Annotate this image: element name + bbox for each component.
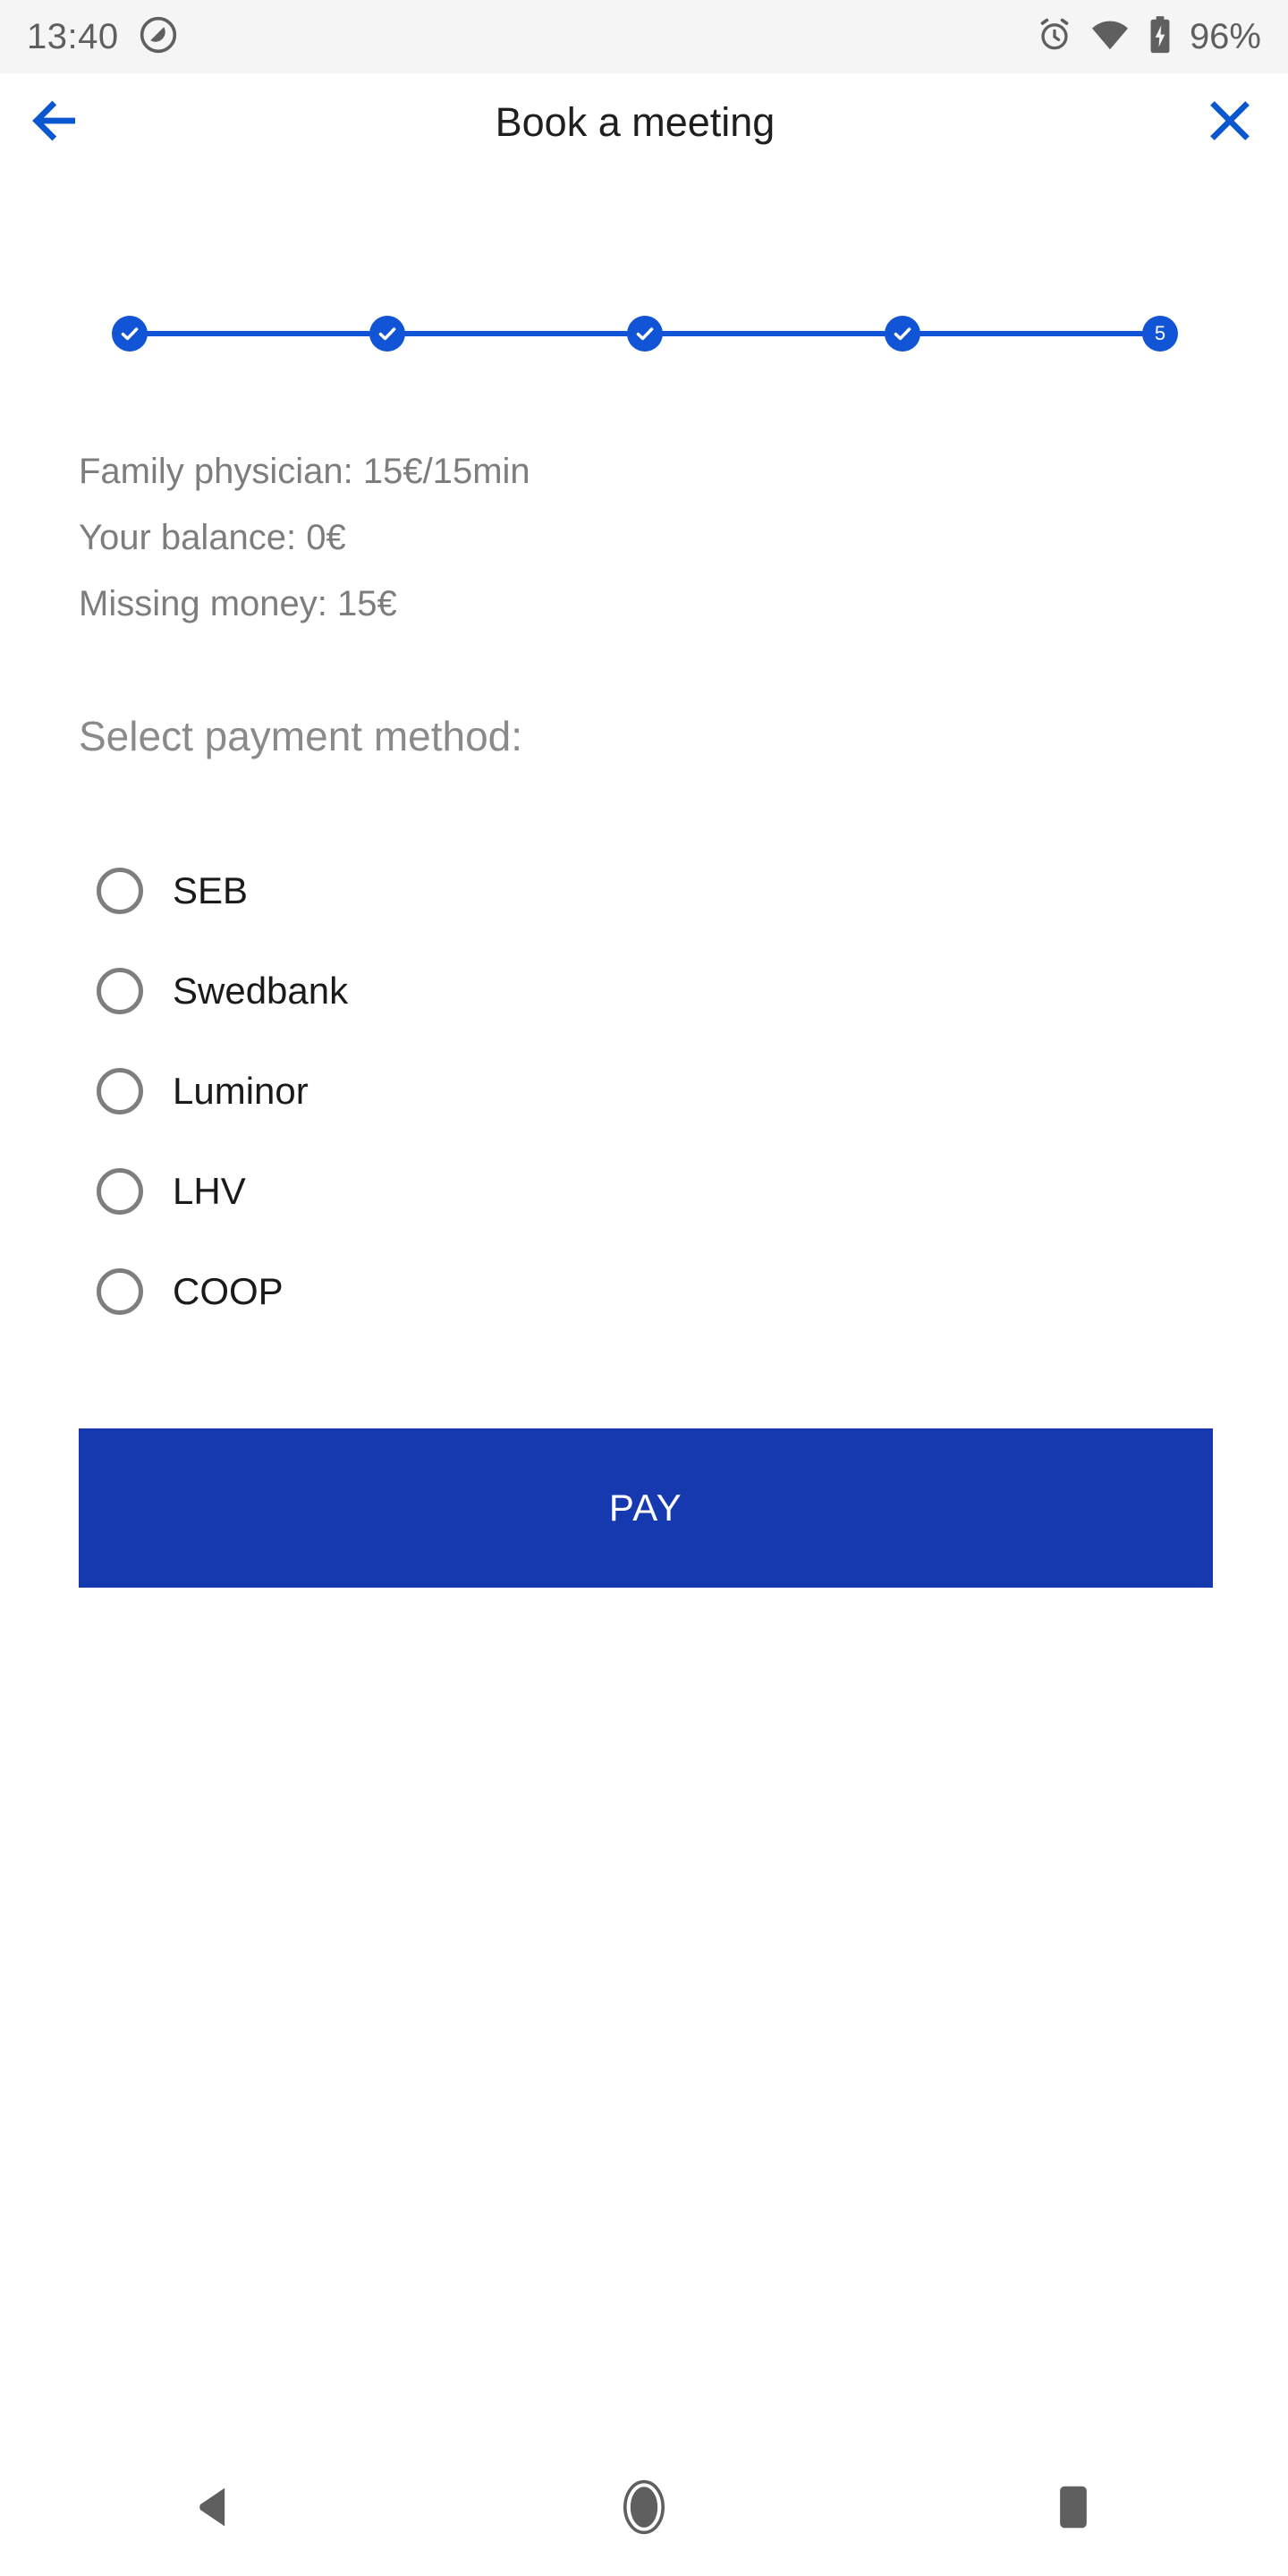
- arrow-left-icon: [26, 93, 81, 153]
- check-icon: [378, 327, 396, 341]
- check-icon: [894, 327, 911, 341]
- status-bar-clock: 13:40: [27, 17, 119, 56]
- check-icon: [121, 327, 139, 341]
- payment-option-label: COOP: [173, 1270, 284, 1312]
- progress-stepper: 5: [0, 286, 1288, 358]
- payment-option-label: Swedbank: [173, 970, 349, 1012]
- payment-method-label: Select payment method:: [79, 713, 523, 759]
- close-button[interactable]: [1172, 73, 1288, 172]
- nav-back-triangle-icon: [194, 2484, 235, 2535]
- summary-line-missing: Missing money: 15€: [79, 584, 397, 623]
- status-bar: 13:40 96%: [0, 0, 1288, 73]
- payment-option-luminor[interactable]: Luminor: [79, 1041, 1152, 1141]
- radio-icon[interactable]: [97, 1268, 143, 1315]
- app-screen: 13:40 96% Book a meeting 5 Family physic…: [0, 0, 1288, 2576]
- stepper-step-4[interactable]: [885, 316, 920, 352]
- nav-recents-square-icon: [1055, 2484, 1092, 2535]
- back-button[interactable]: [0, 73, 107, 172]
- close-icon: [1205, 96, 1255, 150]
- stepper-step-3[interactable]: [627, 316, 663, 352]
- payment-option-coop[interactable]: COOP: [79, 1241, 1152, 1342]
- battery-charging-icon: [1147, 15, 1174, 59]
- do-not-disturb-icon: [139, 15, 178, 59]
- alarm-icon: [1036, 16, 1073, 58]
- stepper-step-5[interactable]: 5: [1142, 316, 1178, 352]
- payment-option-label: SEB: [173, 869, 249, 911]
- payment-option-lhv[interactable]: LHV: [79, 1141, 1152, 1241]
- radio-icon[interactable]: [97, 968, 143, 1014]
- payment-option-label: LHV: [173, 1170, 246, 1212]
- wifi-icon: [1089, 14, 1131, 60]
- stepper-step-1[interactable]: [112, 316, 148, 352]
- payment-option-seb[interactable]: SEB: [79, 841, 1152, 941]
- payment-method-list: SEB Swedbank Luminor LHV COOP: [79, 841, 1152, 1342]
- battery-percentage: 96%: [1189, 17, 1261, 56]
- page-title: Book a meeting: [495, 99, 775, 145]
- payment-option-swedbank[interactable]: Swedbank: [79, 941, 1152, 1041]
- nav-recents-button[interactable]: [859, 2442, 1288, 2576]
- status-bar-left: 13:40: [27, 15, 178, 59]
- booking-summary: Family physician: 15€/15min Your balance…: [79, 438, 1152, 637]
- payment-option-label: Luminor: [173, 1070, 309, 1112]
- stepper-step-5-label: 5: [1154, 322, 1166, 344]
- radio-icon[interactable]: [97, 1068, 143, 1114]
- pay-button[interactable]: PAY: [79, 1428, 1213, 1588]
- android-nav-bar: [0, 2442, 1288, 2576]
- status-bar-right: 96%: [1036, 14, 1261, 60]
- check-icon: [636, 327, 654, 341]
- stepper-step-2[interactable]: [369, 316, 405, 352]
- nav-home-circle-icon: [621, 2479, 667, 2539]
- radio-icon[interactable]: [97, 1168, 143, 1215]
- radio-icon[interactable]: [97, 868, 143, 914]
- summary-line-balance: Your balance: 0€: [79, 518, 346, 557]
- nav-home-button[interactable]: [429, 2442, 859, 2576]
- app-header: Book a meeting: [0, 73, 1288, 172]
- summary-line-service: Family physician: 15€/15min: [79, 452, 530, 491]
- nav-back-button[interactable]: [0, 2442, 429, 2576]
